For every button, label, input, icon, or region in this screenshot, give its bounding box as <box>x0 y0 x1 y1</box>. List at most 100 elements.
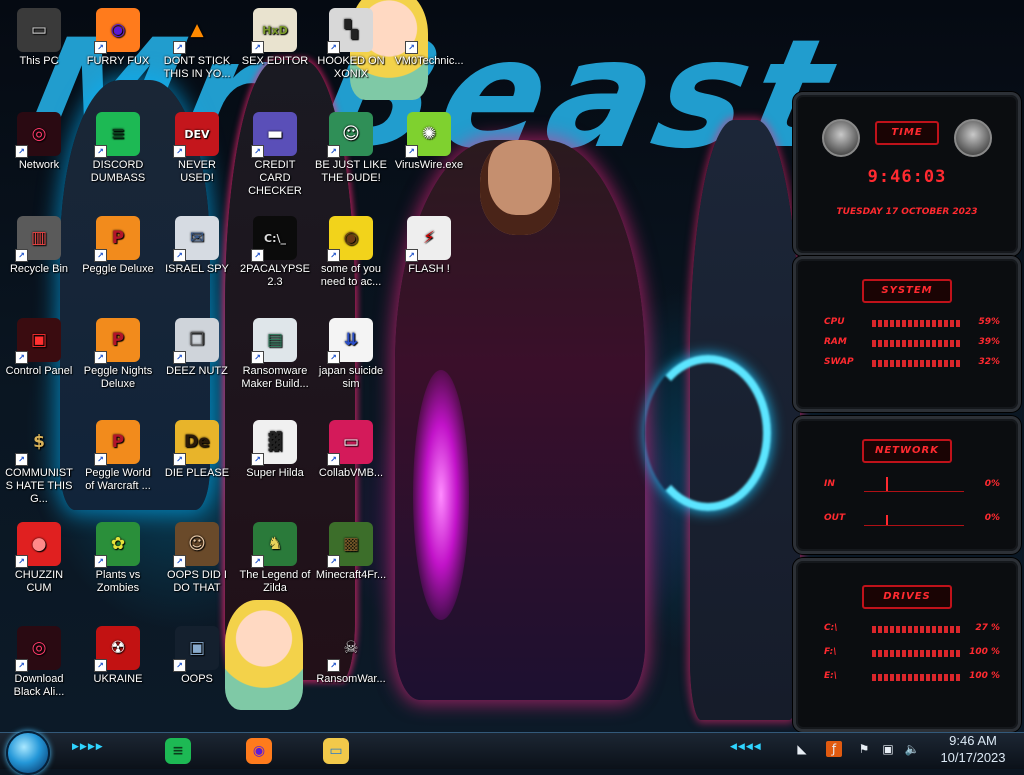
desktop-icon[interactable]: ● ↗ CHUZZIN CUM <box>0 522 78 595</box>
show-hidden-icons-chevron-icon[interactable]: ◣ <box>794 741 810 757</box>
desktop-icon[interactable]: De ↗ DIE PLEASE <box>158 420 236 480</box>
shortcut-arrow-icon: ↗ <box>251 249 264 262</box>
lime-icon: ✺ ↗ <box>405 112 451 158</box>
desktop-icon[interactable]: ▣ ↗ Control Panel <box>0 318 78 378</box>
clock-date: 10/17/2023 <box>940 750 1006 765</box>
desktop-icon[interactable]: $ ↗ COMMUNISTS HATE THIS G... <box>0 420 78 506</box>
alien-head-icon <box>954 119 992 157</box>
desktop-icon[interactable]: ✉ ↗ ISRAEL SPY <box>158 216 236 276</box>
desktop-icon[interactable]: ☢ ↗ UKRAINE <box>79 626 157 686</box>
minecraft-block-icon: ▩ ↗ <box>327 522 373 568</box>
file-explorer-taskbar-icon: ▭ <box>323 738 349 764</box>
devcpp-icon: DEV ↗ <box>173 112 219 158</box>
desktop-icon[interactable]: P ↗ Peggle Deluxe <box>79 216 157 276</box>
taskbar-clock[interactable]: 9:46 AM 10/17/2023 <box>928 732 1018 766</box>
desktop-icon[interactable]: P ↗ Peggle World of Warcraft ... <box>79 420 157 493</box>
tray-app-icon[interactable]: ƒ <box>826 741 842 757</box>
desktop-icon-label: japan suicide sim <box>318 365 384 390</box>
desktop-icon[interactable]: HxD ↗ SEX EDITOR <box>236 8 314 68</box>
desktop-icon-label: DONT STICK THIS IN YO... <box>163 55 231 80</box>
desktop-icon-label: ISRAEL SPY <box>165 263 229 275</box>
system-monitor-gadget[interactable]: TIME 9:46:03 TUESDAY 17 OCTOBER 2023 SYS… <box>793 92 1021 732</box>
desktop-icon[interactable]: ✺ ↗ VirusWire.exe <box>390 112 468 172</box>
shortcut-arrow-icon: ↗ <box>94 659 107 672</box>
desktop-icon-label: Super Hilda <box>246 467 304 479</box>
desktop-icon[interactable]: ◎ ↗ Network <box>0 112 78 172</box>
desktop-icon[interactable]: DEV ↗ NEVER USED! <box>158 112 236 185</box>
desktop-icon-label: Minecraft4Fr... <box>315 569 387 581</box>
shortcut-arrow-icon: ↗ <box>15 659 28 672</box>
gadget-stat-row: C:\ 27 % <box>824 623 1000 637</box>
shortcut-arrow-icon: ↗ <box>251 351 264 364</box>
desktop-icon[interactable]: ◉ ↗ some of you need to ac... <box>312 216 390 289</box>
desktop-icon-label: FURRY FUX <box>86 55 150 67</box>
stat-label: RAM <box>824 337 847 347</box>
desktop-icon[interactable]: ▭ ↗ CollabVMB... <box>312 420 390 480</box>
desktop-icon-label: Control Panel <box>5 365 73 377</box>
shortcut-arrow-icon: ↗ <box>405 145 418 158</box>
volume-icon[interactable]: 🔈 <box>904 741 920 757</box>
desktop-icon[interactable]: ▤ ↗ Ransomware Maker Build... <box>236 318 314 391</box>
desktop-icon[interactable]: ▩ ↗ Minecraft4Fr... <box>312 522 390 582</box>
stat-label: OUT <box>824 513 846 523</box>
desktop-icon[interactable]: ❒ ↗ DEEZ NUTZ <box>158 318 236 378</box>
peggle-nights-icon: P ↗ <box>94 318 140 364</box>
desktop-icon-label: Peggle World of Warcraft ... <box>85 467 151 492</box>
desktop-icon[interactable]: ▬ ↗ CREDIT CARD CHECKER <box>236 112 314 198</box>
network-graph <box>864 507 964 526</box>
network-graph-spike <box>886 477 888 491</box>
desktop-icon[interactable]: ◉ ↗ FURRY FUX <box>79 8 157 68</box>
stat-label: CPU <box>824 317 845 327</box>
stat-bar <box>872 626 962 633</box>
spotify-taskbar-button[interactable]: ≡ <box>154 735 202 767</box>
stat-bar <box>872 340 962 347</box>
desktop-icon-label: UKRAINE <box>93 673 143 685</box>
zelda-sprite-icon: ♞ ↗ <box>251 522 297 568</box>
desktop-icon[interactable]: P ↗ Peggle Nights Deluxe <box>79 318 157 391</box>
desktop-icon[interactable]: ▓ ↗ Super Hilda <box>236 420 314 480</box>
shortcut-arrow-icon: ↗ <box>94 41 107 54</box>
network-tray-icon[interactable]: ▣ <box>880 741 896 757</box>
desktop-icon[interactable]: ▲ ↗ DONT STICK THIS IN YO... <box>158 8 236 81</box>
desktop-icon[interactable]: ◎ ↗ Download Black Ali... <box>0 626 78 699</box>
die-app-icon: De ↗ <box>173 420 219 466</box>
desktop-icon-label: OOPS <box>181 673 213 685</box>
wallpaper-energy-ring <box>645 355 771 511</box>
file-explorer-taskbar-button[interactable]: ▭ <box>312 735 360 767</box>
desktop-icon[interactable]: C:\_ ↗ 2PACALYPSE 2.3 <box>236 216 314 289</box>
desktop-icon[interactable]: ☺ ↗ OOPS DID I DO THAT <box>158 522 236 595</box>
shortcut-arrow-icon: ↗ <box>251 453 264 466</box>
desktop-icon[interactable]: ▭ This PC <box>0 8 78 68</box>
desktop-icon[interactable]: ▥ ↗ Recycle Bin <box>0 216 78 276</box>
stat-value: 100 % <box>969 647 1000 657</box>
desktop-icon[interactable]: ☠ ↗ RansomWar... <box>312 626 390 686</box>
desktop-icon-label: Ransomware Maker Build... <box>241 365 309 390</box>
desktop-icon[interactable]: ⇊ ↗ japan suicide sim <box>312 318 390 391</box>
start-button[interactable] <box>6 731 50 775</box>
stat-value: 100 % <box>969 671 1000 681</box>
stat-label: C:\ <box>824 623 838 633</box>
stat-bar <box>872 320 962 327</box>
desktop-icon[interactable]: ☺ ↗ BE JUST LIKE THE DUDE! <box>312 112 390 185</box>
gadget-clock-time: 9:46:03 <box>867 167 947 187</box>
time-title: TIME <box>875 121 939 145</box>
shortcut-arrow-icon: ↗ <box>94 351 107 364</box>
document-icon: ⇊ ↗ <box>327 318 373 364</box>
alien-head-icon <box>822 119 860 157</box>
shortcut-arrow-icon: ↗ <box>327 145 340 158</box>
stat-bar <box>872 650 962 657</box>
desktop-icon[interactable]: ▚ ↗ HOOKED ON XONIX <box>312 8 390 81</box>
desktop-icon[interactable]: ▣ ↗ OOPS <box>158 626 236 686</box>
action-center-flag-icon[interactable]: ⚑ <box>856 741 872 757</box>
desktop-icon[interactable]: ↗ VM0Technic... <box>390 8 468 68</box>
desktop-icon[interactable]: ≡ ↗ DISCORD DUMBASS <box>79 112 157 185</box>
clock-time: 9:46 AM <box>949 733 997 748</box>
stat-label: IN <box>824 479 835 489</box>
shortcut-arrow-icon: ↗ <box>15 249 28 262</box>
desktop-icon-label: SEX EDITOR <box>241 55 309 67</box>
desktop-icon[interactable]: ✿ ↗ Plants vs Zombies <box>79 522 157 595</box>
wallpaper-figure-head <box>480 140 560 235</box>
firefox-taskbar-button[interactable]: ◉ <box>235 735 283 767</box>
desktop-icon[interactable]: ⚡ ↗ FLASH ! <box>390 216 468 276</box>
desktop-icon[interactable]: ♞ ↗ The Legend of Zilda <box>236 522 314 595</box>
